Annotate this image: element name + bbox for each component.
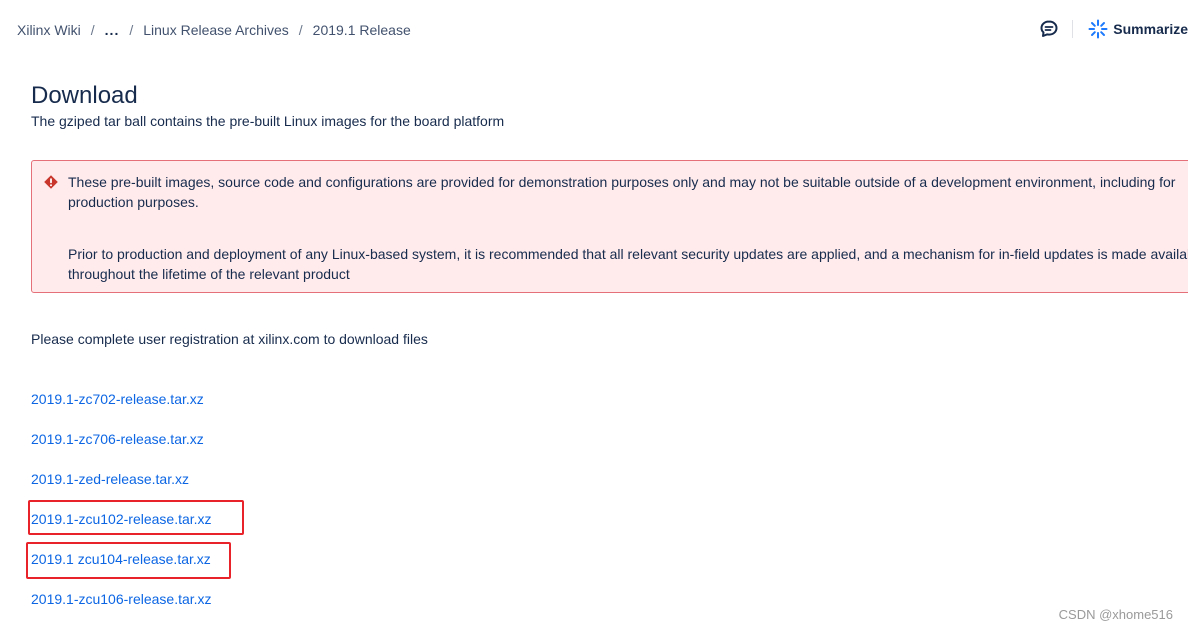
download-link-zcu106[interactable]: 2019.1-zcu106-release.tar.xz <box>31 590 212 608</box>
breadcrumb-separator: / <box>298 22 303 38</box>
warning-paragraph-demonstration: These pre-built images, source code and … <box>68 174 1176 210</box>
download-link-zcu104[interactable]: 2019.1 zcu104-release.tar.xz <box>31 550 211 568</box>
warning-paragraph-security-updates: Prior to production and deployment of an… <box>68 246 1188 282</box>
breadcrumb-2019-1-release[interactable]: 2019.1 Release <box>313 22 411 38</box>
warning-icon <box>44 175 58 189</box>
download-link-zc706[interactable]: 2019.1-zc706-release.tar.xz <box>31 430 204 448</box>
download-link-zed[interactable]: 2019.1-zed-release.tar.xz <box>31 470 189 488</box>
summarize-label: Summarize <box>1113 21 1188 37</box>
breadcrumb-separator: / <box>90 22 95 38</box>
breadcrumb-ellipsis[interactable]: ... <box>105 22 120 38</box>
download-link-zcu102[interactable]: 2019.1-zcu102-release.tar.xz <box>31 510 212 528</box>
page-title: Download <box>31 82 138 109</box>
breadcrumb-separator: / <box>129 22 134 38</box>
toolbar-divider <box>1072 20 1074 38</box>
comment-button[interactable] <box>1038 18 1060 40</box>
page-subtitle: The gziped tar ball contains the pre-bui… <box>31 113 505 129</box>
breadcrumb-linux-release-archives[interactable]: Linux Release Archives <box>143 22 289 38</box>
page-toolbar: Summarize <box>1038 16 1188 42</box>
summarize-button[interactable]: Summarize <box>1088 19 1188 39</box>
download-link-zc702[interactable]: 2019.1-zc702-release.tar.xz <box>31 390 204 408</box>
registration-notice: Please complete user registration at xil… <box>31 331 428 347</box>
breadcrumb-xilinx-wiki[interactable]: Xilinx Wiki <box>17 22 81 38</box>
comment-icon <box>1040 20 1058 37</box>
breadcrumb: Xilinx Wiki / ... / Linux Release Archiv… <box>17 21 411 39</box>
sparkle-icon <box>1088 19 1108 39</box>
watermark: CSDN @xhome516 <box>1058 607 1173 622</box>
security-warning-panel: These pre-built images, source code and … <box>31 160 1188 293</box>
